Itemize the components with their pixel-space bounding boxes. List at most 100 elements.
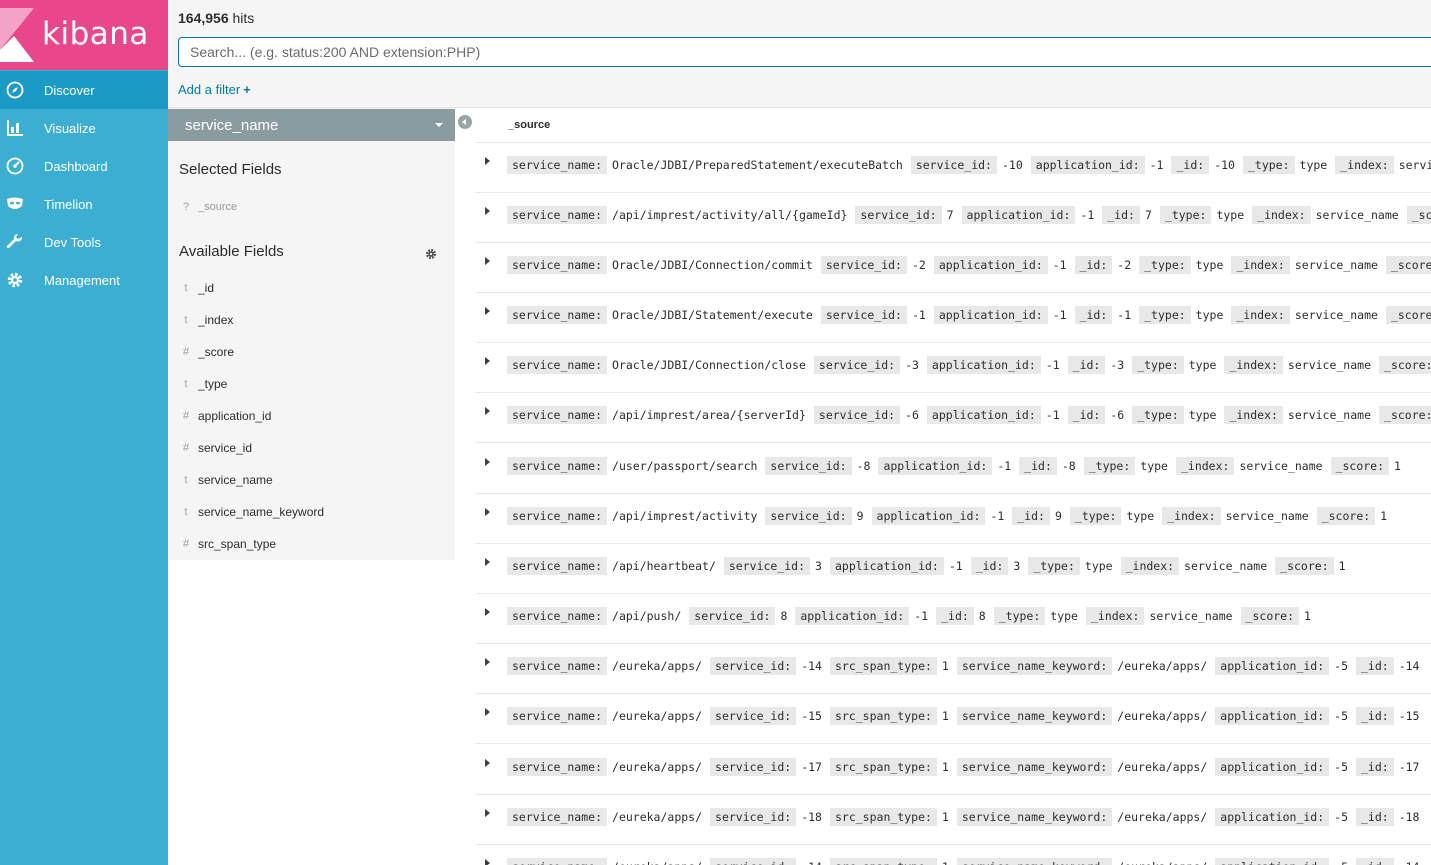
field-key: service_name: bbox=[507, 256, 608, 274]
field-key: service_name_keyword: bbox=[956, 758, 1113, 776]
expand-row-caret-icon[interactable] bbox=[485, 608, 490, 616]
table-row[interactable]: service_name: /user/passport/search servic… bbox=[476, 444, 1431, 494]
field-item[interactable]: ? _source bbox=[168, 196, 455, 220]
table-row[interactable]: service_name: /eureka/apps/service_id: -14… bbox=[476, 845, 1431, 865]
table-row[interactable]: service_name: /eureka/apps/service_id: -17… bbox=[476, 745, 1431, 795]
expand-row-caret-icon[interactable] bbox=[485, 658, 490, 666]
kibana-logo[interactable]: kibana bbox=[0, 0, 168, 70]
field-key: service_name: bbox=[507, 607, 608, 625]
field-type-icon: t bbox=[184, 282, 188, 294]
field-key: _score: bbox=[1330, 457, 1390, 475]
field-value: 7 bbox=[1144, 208, 1152, 222]
table-row[interactable]: service_name: /api/imprest/area/{serverId… bbox=[476, 393, 1431, 443]
nav-dev-tools[interactable]: Dev Tools bbox=[0, 223, 168, 261]
nav-timelion[interactable]: Timelion bbox=[0, 185, 168, 223]
add-filter-label: Add a filter bbox=[178, 82, 241, 97]
field-value: -5 bbox=[1334, 860, 1348, 865]
table-row[interactable]: service_name: /api/push/service_id: 8 appli… bbox=[476, 594, 1431, 644]
index-pattern-select[interactable]: service_name bbox=[168, 109, 455, 141]
field-key: _id: bbox=[1067, 406, 1106, 424]
expand-row-caret-icon[interactable] bbox=[485, 458, 490, 466]
field-item[interactable]: t _id bbox=[168, 277, 455, 301]
field-key: src_span_type: bbox=[829, 707, 937, 725]
nav-label: Visualize bbox=[44, 121, 96, 136]
field-key: src_span_type: bbox=[829, 858, 937, 865]
field-type-icon: # bbox=[182, 538, 190, 550]
field-value: type bbox=[1084, 559, 1113, 573]
field-item[interactable]: t _index bbox=[168, 309, 455, 333]
collapse-sidebar-button[interactable] bbox=[458, 115, 472, 129]
field-item[interactable]: # application_id bbox=[168, 405, 455, 429]
field-key: _id: bbox=[1171, 156, 1210, 174]
expand-row-caret-icon[interactable] bbox=[485, 508, 490, 516]
nav-discover[interactable]: Discover bbox=[0, 71, 168, 109]
field-key: _index: bbox=[1085, 607, 1145, 625]
field-key: _type: bbox=[1069, 507, 1122, 525]
field-value: 1 bbox=[941, 659, 949, 673]
field-item[interactable]: t service_name bbox=[168, 469, 455, 493]
nav-dashboard[interactable]: Dashboard bbox=[0, 147, 168, 185]
field-key: _index: bbox=[1175, 457, 1235, 475]
field-item[interactable]: # src_span_type bbox=[168, 533, 455, 557]
expand-row-caret-icon[interactable] bbox=[485, 708, 490, 716]
expand-row-caret-icon[interactable] bbox=[485, 859, 490, 865]
field-key: service_id: bbox=[710, 858, 797, 865]
field-value: /eureka/apps/ bbox=[1117, 659, 1208, 673]
expand-row-caret-icon[interactable] bbox=[485, 257, 490, 265]
field-item[interactable]: # _score bbox=[168, 341, 455, 365]
search-input[interactable] bbox=[178, 37, 1431, 67]
field-value: -1 bbox=[997, 459, 1012, 473]
table-row[interactable]: service_name: /api/heartbeat/service_id: 3… bbox=[476, 544, 1431, 594]
table-row[interactable]: service_name: Oracle/JDBI/PreparedStateme… bbox=[476, 143, 1431, 193]
field-value: 9 bbox=[1054, 509, 1062, 523]
field-key: _id: bbox=[1074, 306, 1113, 324]
field-value: -1 bbox=[1149, 158, 1164, 172]
field-value: -15 bbox=[1398, 709, 1420, 723]
field-key: service_name: bbox=[507, 808, 608, 826]
field-name: service_name_keyword bbox=[198, 505, 325, 519]
nav-management[interactable]: Management bbox=[0, 261, 168, 299]
field-value: service_name bbox=[1294, 258, 1378, 272]
table-row[interactable]: service_name: Oracle/JDBI/Connection/comm… bbox=[476, 243, 1431, 293]
field-name: src_span_type bbox=[198, 537, 277, 551]
field-item[interactable]: t service_name_keyword bbox=[168, 501, 455, 525]
expand-row-caret-icon[interactable] bbox=[485, 759, 490, 767]
field-item[interactable]: # service_id bbox=[168, 437, 455, 461]
table-row[interactable]: service_name: Oracle/JDBI/Statement/execu… bbox=[476, 293, 1431, 343]
field-key: service_id: bbox=[820, 306, 907, 324]
table-row[interactable]: service_name: /api/imprest/activity/all/{… bbox=[476, 193, 1431, 243]
expand-row-caret-icon[interactable] bbox=[485, 809, 490, 817]
field-key: _type: bbox=[1132, 406, 1184, 424]
field-key: _id: bbox=[1356, 707, 1394, 725]
expand-row-caret-icon[interactable] bbox=[485, 407, 490, 415]
add-filter-link[interactable]: Add a filter + bbox=[178, 82, 251, 97]
expand-row-caret-icon[interactable] bbox=[485, 207, 490, 215]
field-value: service_name bbox=[1287, 408, 1372, 422]
nav-visualize[interactable]: Visualize bbox=[0, 109, 168, 147]
field-key: _index: bbox=[1224, 406, 1283, 424]
table-row[interactable]: service_name: /eureka/apps/service_id: -18… bbox=[476, 795, 1431, 845]
table-row[interactable]: service_name: Oracle/JDBI/Connection/clos… bbox=[476, 343, 1431, 393]
expand-row-caret-icon[interactable] bbox=[485, 157, 490, 165]
expand-row-caret-icon[interactable] bbox=[485, 307, 490, 315]
field-key: service_id: bbox=[710, 707, 797, 725]
field-key: service_id: bbox=[689, 607, 776, 625]
expand-row-caret-icon[interactable] bbox=[485, 357, 490, 365]
field-value: 1 bbox=[1304, 609, 1311, 623]
field-key: application_id: bbox=[795, 607, 910, 625]
field-value: service_name bbox=[1287, 358, 1372, 372]
field-value: /api/push/ bbox=[612, 609, 682, 623]
field-key: application_id: bbox=[933, 256, 1048, 274]
table-row[interactable]: service_name: /eureka/apps/service_id: -14… bbox=[476, 644, 1431, 694]
field-value: 1 bbox=[941, 810, 949, 824]
field-key: _type: bbox=[1159, 206, 1212, 224]
field-value: 8 bbox=[780, 609, 788, 623]
field-settings-gear-icon[interactable] bbox=[425, 248, 437, 260]
field-key: service_name: bbox=[507, 758, 608, 776]
table-row[interactable]: service_name: /eureka/apps/service_id: -15… bbox=[476, 694, 1431, 744]
table-row[interactable]: service_name: /api/imprest/activity servic… bbox=[476, 494, 1431, 544]
column-header-source[interactable]: _source bbox=[508, 119, 550, 131]
field-item[interactable]: t _type bbox=[168, 373, 455, 397]
expand-row-caret-icon[interactable] bbox=[485, 558, 490, 566]
field-key: _id: bbox=[1356, 657, 1394, 675]
